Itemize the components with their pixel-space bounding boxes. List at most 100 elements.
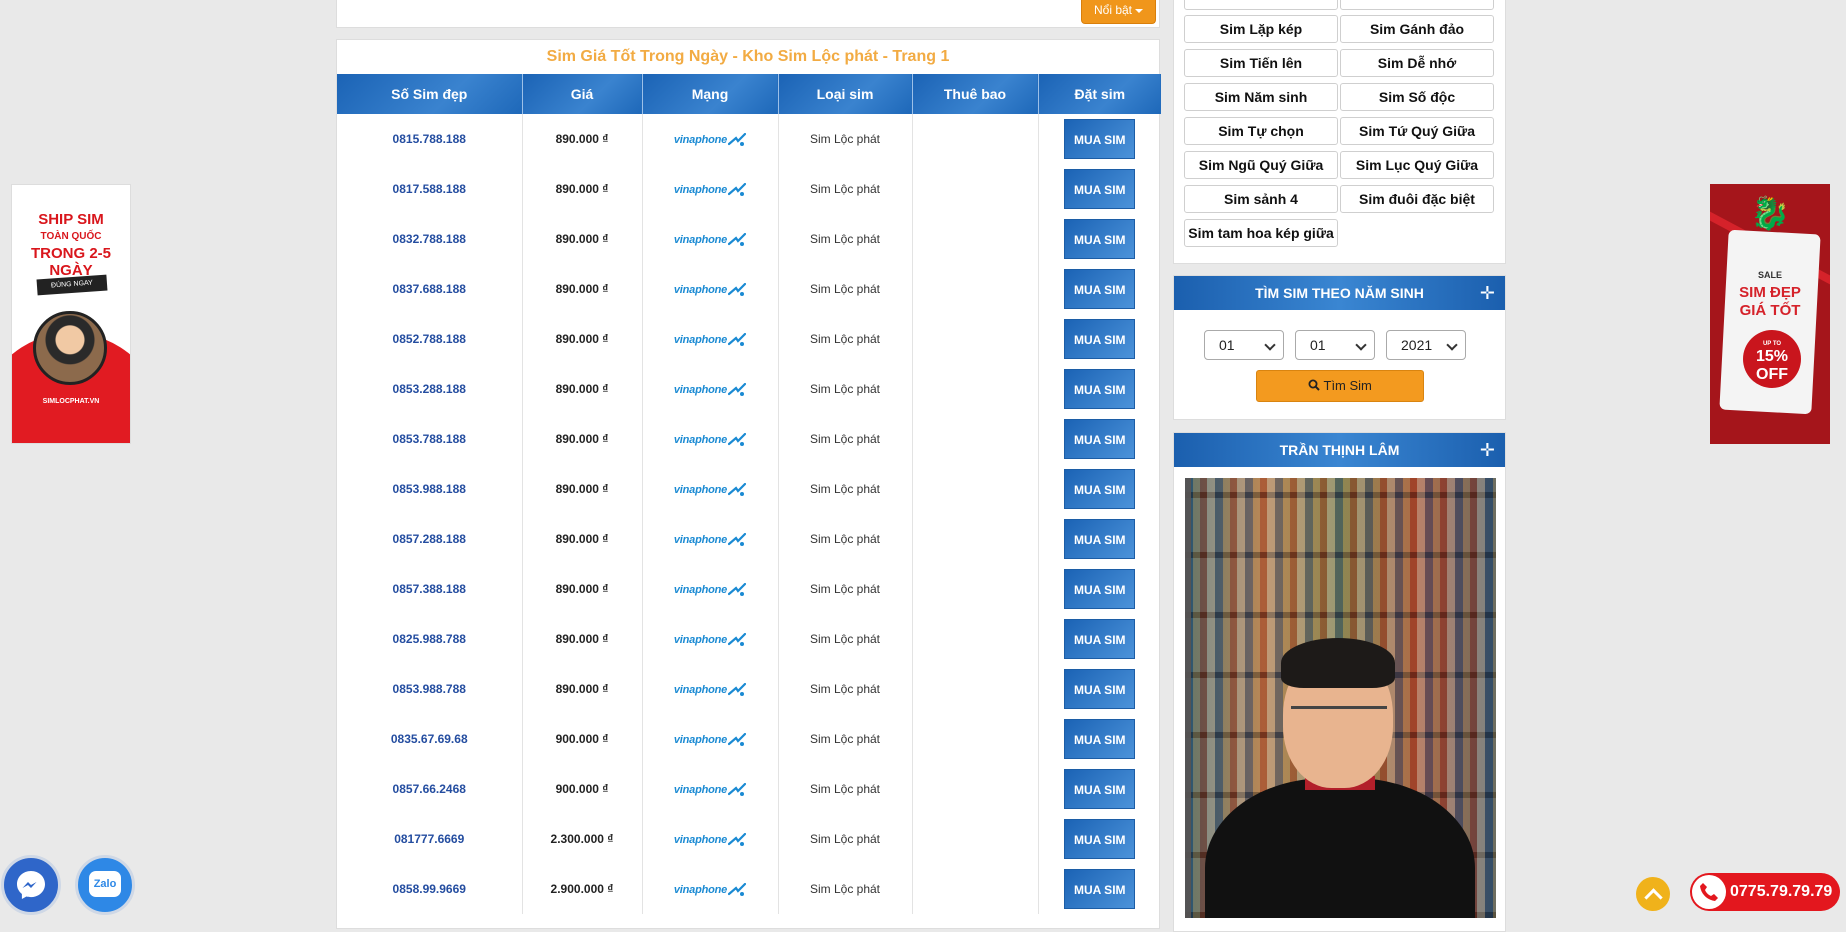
vinaphone-logo-icon xyxy=(728,532,747,546)
vinaphone-logo: vinaphone xyxy=(674,432,747,447)
sim-type: Sim Lộc phát xyxy=(778,464,913,514)
column-header: Giá xyxy=(522,74,643,114)
sim-category-link[interactable]: Sim Tự chọn xyxy=(1184,117,1338,145)
sim-number[interactable]: 0837.688.188 xyxy=(337,264,523,314)
order-cell: MUA SIM xyxy=(1038,814,1161,864)
left-banner-line2: TOÀN QUỐC xyxy=(40,231,102,242)
sim-number[interactable]: 0853.788.188 xyxy=(337,414,523,464)
sim-category-link[interactable]: Sim Số độc xyxy=(1340,83,1494,111)
vinaphone-logo: vinaphone xyxy=(674,282,747,297)
network-label: vinaphone xyxy=(673,783,728,796)
buy-sim-button[interactable]: MUA SIM xyxy=(1064,219,1136,259)
sim-subscription xyxy=(912,764,1039,814)
buy-sim-button[interactable]: MUA SIM xyxy=(1064,319,1136,359)
zalo-icon: Zalo xyxy=(89,871,121,897)
sim-category-link[interactable]: Sim Ngũ Quý Giữa xyxy=(1184,151,1338,179)
vinaphone-logo: vinaphone xyxy=(673,232,747,247)
sim-number[interactable]: 0852.788.188 xyxy=(337,314,523,364)
sim-category-link[interactable]: Sim Dễ nhớ xyxy=(1340,49,1494,77)
sim-price: 890.000 ₫ xyxy=(522,114,643,164)
column-header: Số Sim đẹp xyxy=(337,74,523,114)
buy-sim-button[interactable]: MUA SIM xyxy=(1064,519,1136,559)
buy-sim-button[interactable]: MUA SIM xyxy=(1064,669,1136,709)
order-cell: MUA SIM xyxy=(1038,114,1161,164)
buy-sim-button[interactable]: MUA SIM xyxy=(1064,169,1136,209)
left-banner-title: SHIP SIM TOÀN QUỐC TRONG 2-5 NGÀY xyxy=(12,211,130,279)
sim-number[interactable]: 081777.6669 xyxy=(337,814,523,864)
buy-sim-button[interactable]: MUA SIM xyxy=(1064,819,1136,859)
buy-sim-button[interactable]: MUA SIM xyxy=(1064,269,1136,309)
month-select[interactable]: 01 xyxy=(1295,330,1375,360)
sim-number[interactable]: 0835.67.69.68 xyxy=(337,714,523,764)
buy-sim-button[interactable]: MUA SIM xyxy=(1064,419,1136,459)
right-ad-banner[interactable]: 🐉 SALE SIM ĐẸP GIÁ TỐT UP TO 15% OFF xyxy=(1710,184,1830,444)
sim-category-link[interactable]: Sim Năm sinh xyxy=(1184,83,1338,111)
table-row: 0857.388.188 890.000 ₫ vinaphone Sim Lộc ph… xyxy=(337,564,1161,614)
sim-price: 890.000 ₫ xyxy=(522,164,643,214)
sim-number[interactable]: 0858.99.9669 xyxy=(337,864,523,914)
network-cell: vinaphone xyxy=(642,264,779,314)
buy-sim-button[interactable]: MUA SIM xyxy=(1064,569,1136,609)
year-select[interactable]: 2021 xyxy=(1386,330,1466,360)
sim-price: 890.000 ₫ xyxy=(522,514,643,564)
sim-number[interactable]: 0853.988.788 xyxy=(337,664,523,714)
chevron-down-icon xyxy=(1264,339,1276,351)
buy-sim-button[interactable]: MUA SIM xyxy=(1064,719,1136,759)
vinaphone-logo-icon xyxy=(728,682,747,696)
sim-price: 890.000 ₫ xyxy=(522,664,643,714)
sim-number[interactable]: 0825.988.788 xyxy=(337,614,523,664)
noibat-dropdown-button[interactable]: Nổi bật xyxy=(1081,0,1156,24)
buy-sim-button[interactable]: MUA SIM xyxy=(1064,119,1136,159)
move-icon[interactable]: ✛ xyxy=(1480,276,1495,310)
move-icon[interactable]: ✛ xyxy=(1480,433,1495,467)
sim-number[interactable]: 0853.988.188 xyxy=(337,464,523,514)
sim-category-link[interactable]: Sim đuôi đặc biệt xyxy=(1340,185,1494,213)
network-label: vinaphone xyxy=(673,383,728,396)
sim-number[interactable]: 0857.388.188 xyxy=(337,564,523,614)
sim-number[interactable]: 0857.66.2468 xyxy=(337,764,523,814)
sim-number[interactable]: 0817.588.188 xyxy=(337,164,523,214)
scroll-to-top-button[interactable] xyxy=(1636,877,1670,911)
network-label: vinaphone xyxy=(673,233,728,246)
find-sim-button[interactable]: Tìm Sim xyxy=(1256,370,1424,402)
sim-category-link[interactable]: Sim tam hoa kép giữa xyxy=(1184,219,1338,247)
sim-category-link[interactable]: Sim Lặp kép xyxy=(1184,15,1338,43)
network-label: vinaphone xyxy=(673,333,728,346)
sim-number[interactable]: 0832.788.188 xyxy=(337,214,523,264)
hotline-button[interactable]: 0775.79.79.79 xyxy=(1690,873,1840,911)
buy-sim-button[interactable]: MUA SIM xyxy=(1064,769,1136,809)
vinaphone-logo-icon xyxy=(728,132,747,146)
sim-subscription xyxy=(912,464,1039,514)
sim-category-link[interactable]: Sim Lục Quý Giữa xyxy=(1340,151,1494,179)
buy-sim-button[interactable]: MUA SIM xyxy=(1064,619,1136,659)
network-label: vinaphone xyxy=(673,683,728,696)
network-label: vinaphone xyxy=(673,883,728,896)
zalo-button[interactable]: Zalo xyxy=(75,855,135,915)
network-cell: vinaphone xyxy=(642,564,779,614)
find-sim-label: Tìm Sim xyxy=(1323,378,1372,393)
right-banner-line2: GIÁ TỐT xyxy=(1739,302,1801,319)
messenger-button[interactable] xyxy=(1,855,61,915)
buy-sim-button[interactable]: MUA SIM xyxy=(1064,469,1136,509)
sim-number[interactable]: 0857.288.188 xyxy=(337,514,523,564)
day-select[interactable]: 01 xyxy=(1204,330,1284,360)
network-label: vinaphone xyxy=(673,483,728,496)
sim-subscription xyxy=(912,114,1039,164)
sim-number[interactable]: 0815.788.188 xyxy=(337,114,523,164)
sim-category-link[interactable]: Sim sảnh 4 xyxy=(1184,185,1338,213)
sim-number[interactable]: 0853.288.188 xyxy=(337,364,523,414)
sim-type: Sim Lộc phát xyxy=(778,164,913,214)
sim-category-link[interactable]: Sim Tứ Quý Giữa xyxy=(1340,117,1494,145)
vinaphone-logo: vinaphone xyxy=(673,782,747,797)
buy-sim-button[interactable]: MUA SIM xyxy=(1064,869,1136,909)
sim-category-link-cut[interactable] xyxy=(1184,0,1338,10)
sim-price: 900.000 ₫ xyxy=(522,714,643,764)
sim-category-link[interactable]: Sim Gánh đảo xyxy=(1340,15,1494,43)
sim-price: 900.000 ₫ xyxy=(522,764,643,814)
sim-category-link[interactable]: Sim Tiến lên xyxy=(1184,49,1338,77)
left-banner-line1: SHIP SIM xyxy=(38,211,104,228)
left-ad-banner[interactable]: SHIP SIM TOÀN QUỐC TRONG 2-5 NGÀY ĐÚNG N… xyxy=(11,184,131,444)
buy-sim-button[interactable]: MUA SIM xyxy=(1064,369,1136,409)
left-banner-site: SIMLOCPHAT.VN xyxy=(42,398,100,405)
sim-category-link-cut[interactable] xyxy=(1340,0,1494,10)
